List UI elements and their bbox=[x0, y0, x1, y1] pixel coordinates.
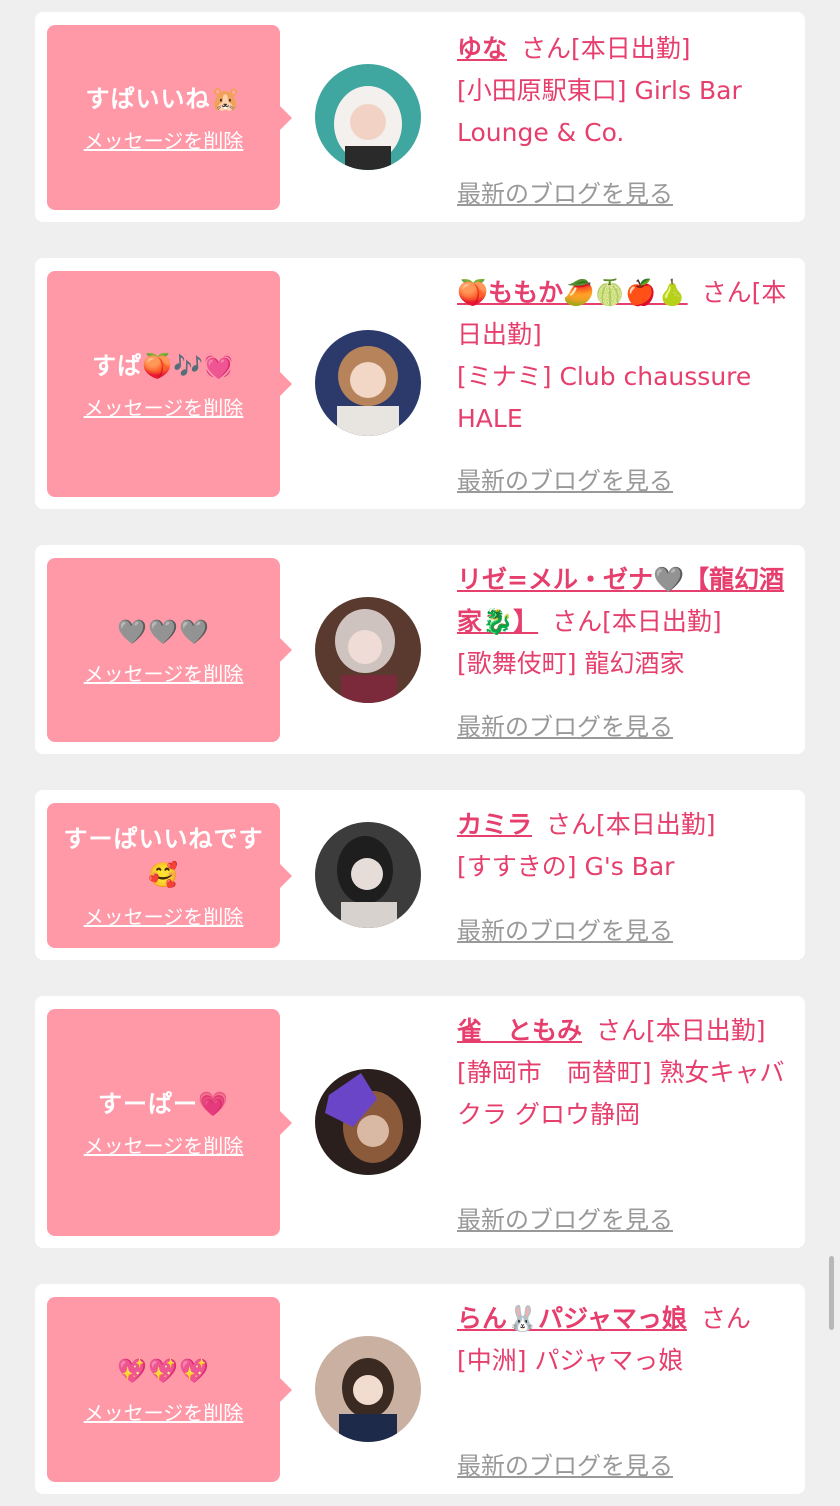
delete-message-link[interactable]: メッセージを削除 bbox=[84, 658, 244, 687]
cast-info: カミラ さん[本日出勤] [すすきの] G's Bar bbox=[457, 804, 793, 888]
avatar[interactable] bbox=[315, 1336, 421, 1442]
scrollbar[interactable] bbox=[829, 1256, 834, 1330]
message-text: すーぱー💗 bbox=[98, 1090, 229, 1118]
delete-message-link[interactable]: メッセージを削除 bbox=[84, 392, 244, 421]
message-card: すーぱー💗 メッセージを削除 雀 ともみ さん[本日出勤] [静岡市 両替町] 熟… bbox=[35, 996, 805, 1248]
work-status: [本日出勤] bbox=[571, 34, 691, 63]
shop-name: [すすきの] G's Bar bbox=[457, 852, 675, 881]
shop-name: [静岡市 両替町] 熟女キャバクラ グロウ静岡 bbox=[457, 1058, 785, 1129]
work-status: [本日出勤] bbox=[646, 1016, 766, 1045]
cast-info: 🍑ももか🥭🍈🍎🍐 さん[本日出勤] [ミナミ] Club chaussure HA… bbox=[457, 272, 793, 440]
message-bubble: すーぱー💗 メッセージを削除 bbox=[47, 1009, 292, 1236]
honorific: さん bbox=[521, 34, 572, 63]
message-text: すぱ🍑🎶💓 bbox=[92, 351, 235, 380]
message-bubble: すぱ🍑🎶💓 メッセージを削除 bbox=[47, 271, 292, 497]
message-text: すぱいいね🐹 bbox=[85, 85, 242, 113]
latest-blog-link[interactable]: 最新のブログを見る bbox=[457, 1200, 673, 1235]
delete-message-link[interactable]: メッセージを削除 bbox=[84, 1397, 244, 1426]
cast-info: ゆな さん[本日出勤] [小田原駅東口] Girls Bar Lounge & C… bbox=[457, 28, 793, 154]
latest-blog-link[interactable]: 最新のブログを見る bbox=[457, 911, 673, 946]
message-card: 🩶🩶🩶 メッセージを削除 リゼ=メル・ゼナ🩶【龍幻酒家🐉】 さん[本日出勤] [歌… bbox=[35, 545, 805, 754]
shop-name: [小田原駅東口] Girls Bar Lounge & Co. bbox=[457, 76, 742, 147]
work-status: [本日出勤] bbox=[602, 607, 722, 636]
message-text: 💖💖💖 bbox=[117, 1357, 210, 1385]
avatar[interactable] bbox=[315, 64, 421, 170]
shop-name: [ミナミ] Club chaussure HALE bbox=[457, 362, 752, 433]
avatar[interactable] bbox=[315, 597, 421, 703]
cast-name-link[interactable]: 雀 ともみ bbox=[457, 1016, 582, 1045]
message-card: 💖💖💖 メッセージを削除 らん🐰パジャマっ娘 さん [中洲] パジャマっ娘 最新の… bbox=[35, 1284, 805, 1494]
message-card: すぱ🍑🎶💓 メッセージを削除 🍑ももか🥭🍈🍎🍐 さん[本日出勤] [ミナミ] Cl… bbox=[35, 258, 805, 509]
message-text: 🩶🩶🩶 bbox=[117, 617, 210, 646]
message-bubble: 💖💖💖 メッセージを削除 bbox=[47, 1297, 292, 1482]
message-card: すぱいいね🐹 メッセージを削除 ゆな さん[本日出勤] [小田原駅東口] Girl… bbox=[35, 12, 805, 222]
shop-name: [中洲] パジャマっ娘 bbox=[457, 1346, 684, 1375]
latest-blog-link[interactable]: 最新のブログを見る bbox=[457, 707, 673, 742]
honorific: さん bbox=[546, 810, 597, 839]
message-text: すーぱいいねです🥰 bbox=[63, 825, 264, 889]
cast-info: リゼ=メル・ゼナ🩶【龍幻酒家🐉】 さん[本日出勤] [歌舞伎町] 龍幻酒家 bbox=[457, 559, 793, 685]
message-bubble: 🩶🩶🩶 メッセージを削除 bbox=[47, 558, 292, 742]
message-bubble: すーぱいいねです🥰 メッセージを削除 bbox=[47, 803, 292, 948]
cast-name-link[interactable]: 🍑ももか🥭🍈🍎🍐 bbox=[457, 278, 688, 307]
honorific: さん bbox=[552, 607, 603, 636]
cast-info: らん🐰パジャマっ娘 さん [中洲] パジャマっ娘 bbox=[457, 1298, 793, 1382]
avatar[interactable] bbox=[315, 822, 421, 928]
cast-name-link[interactable]: カミラ bbox=[457, 810, 532, 839]
avatar[interactable] bbox=[315, 330, 421, 436]
delete-message-link[interactable]: メッセージを削除 bbox=[84, 901, 244, 930]
message-card: すーぱいいねです🥰 メッセージを削除 カミラ さん[本日出勤] [すすきの] G'… bbox=[35, 790, 805, 960]
latest-blog-link[interactable]: 最新のブログを見る bbox=[457, 461, 673, 496]
latest-blog-link[interactable]: 最新のブログを見る bbox=[457, 174, 673, 209]
honorific: さん bbox=[700, 1304, 751, 1333]
latest-blog-link[interactable]: 最新のブログを見る bbox=[457, 1446, 673, 1481]
shop-name: [歌舞伎町] 龍幻酒家 bbox=[457, 649, 685, 678]
message-bubble: すぱいいね🐹 メッセージを削除 bbox=[47, 25, 292, 210]
avatar[interactable] bbox=[315, 1069, 421, 1175]
cast-name-link[interactable]: らん🐰パジャマっ娘 bbox=[457, 1304, 687, 1333]
work-status: [本日出勤] bbox=[596, 810, 716, 839]
delete-message-link[interactable]: メッセージを削除 bbox=[84, 1130, 244, 1159]
honorific: さん bbox=[701, 278, 752, 307]
cast-info: 雀 ともみ さん[本日出勤] [静岡市 両替町] 熟女キャバクラ グロウ静岡 bbox=[457, 1010, 793, 1136]
delete-message-link[interactable]: メッセージを削除 bbox=[84, 125, 244, 154]
cast-name-link[interactable]: ゆな bbox=[457, 34, 507, 63]
honorific: さん bbox=[596, 1016, 647, 1045]
